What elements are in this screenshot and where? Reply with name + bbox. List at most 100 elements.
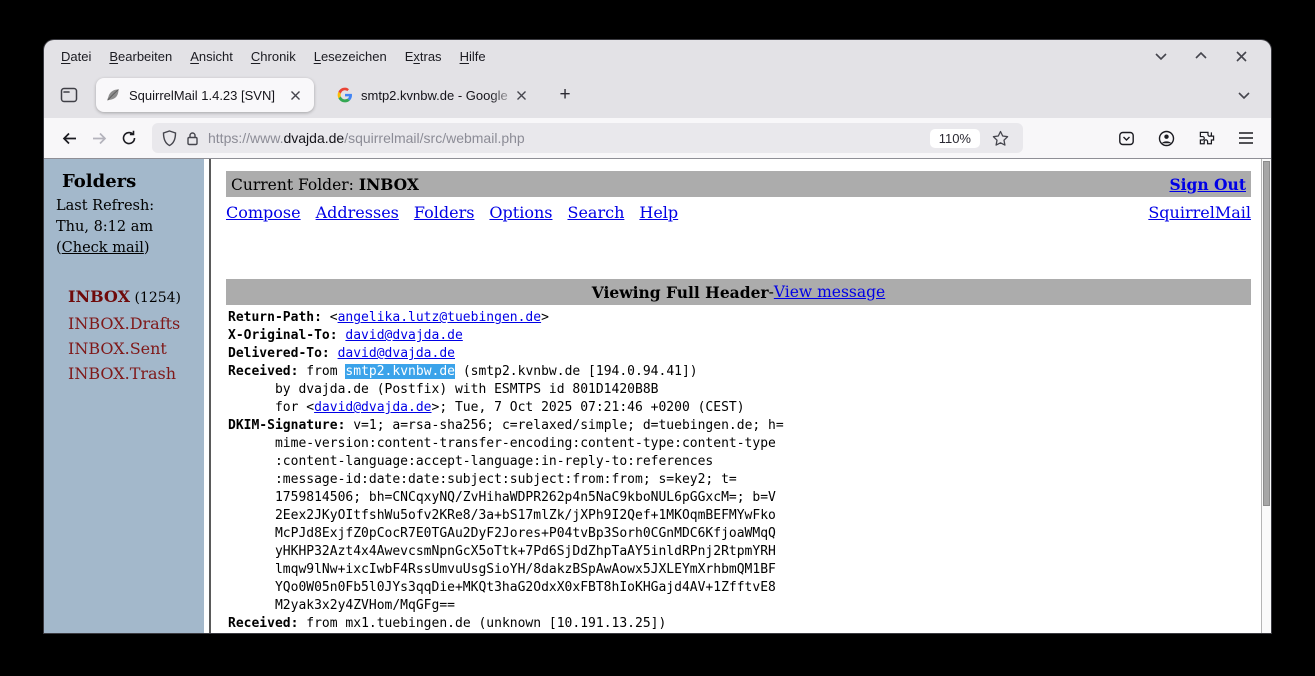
header-text: (smtp2.kvnbw.de [194.0.94.41]) [455, 364, 698, 379]
lock-icon[interactable] [186, 131, 199, 146]
folder-link[interactable]: INBOX.Sent [68, 339, 167, 358]
menu-extras[interactable]: Extras [396, 45, 451, 68]
folder-item: INBOX.Trash [68, 361, 204, 386]
squirrelmail-favicon-icon [105, 87, 121, 103]
find-highlight: smtp2.kvnbw.de [345, 364, 455, 379]
bookmark-star-icon[interactable] [992, 130, 1009, 147]
new-tab-button[interactable]: + [550, 80, 580, 110]
navlink-folders[interactable]: Folders [414, 203, 475, 222]
folder-link[interactable]: INBOX [68, 287, 130, 306]
header-text: by dvajda.de (Postfix) with ESMTPS id 80… [228, 382, 658, 397]
email-link[interactable]: david@dvajda.de [345, 328, 462, 343]
navlink-search[interactable]: Search [567, 203, 624, 222]
url-scheme: https://www. [208, 130, 283, 146]
header-text: X-Original-To: [228, 328, 345, 343]
url-bar[interactable]: https://www.dvajda.de/squirrelmail/src/w… [152, 123, 1023, 153]
header-text: M2yak3x2y4ZVHom/MqGFg== [228, 598, 455, 613]
header-text: Received: [228, 364, 306, 379]
header-text: YQo0W05n0Fb5l0JYs3qqDie+MKQt3haG2OdxX0xF… [228, 580, 776, 595]
forward-icon[interactable] [84, 123, 114, 153]
reload-icon[interactable] [114, 123, 144, 153]
folder-item: INBOX.Drafts [68, 311, 204, 336]
squirrelmail-link[interactable]: SquirrelMail [1148, 203, 1251, 222]
header-text: lmqw9lNw+ixcIwbF4RssUmvuUsgSioYH/8dakzBS… [228, 562, 776, 577]
check-mail-link[interactable]: Check mail [62, 240, 144, 256]
view-message-link[interactable]: View message [774, 283, 885, 301]
shield-icon[interactable] [162, 130, 177, 147]
window-controls [1153, 48, 1271, 64]
folder-item: INBOX (1254) [68, 284, 204, 311]
close-icon[interactable] [1233, 48, 1249, 64]
tab-title: SquirrelMail 1.4.23 [SVN] [129, 88, 285, 103]
header-text: McPJd8ExjfZ0pCocR7E0TGAu2DyF2Jores+P04tv… [228, 526, 776, 541]
menu-hilfe[interactable]: Hilfe [451, 45, 495, 68]
current-folder-bar: Current Folder: INBOX Sign Out [226, 171, 1251, 197]
extensions-puzzle-icon[interactable] [1191, 123, 1221, 153]
last-refresh-label: Last Refresh: [56, 196, 204, 217]
url-text[interactable]: https://www.dvajda.de/squirrelmail/src/w… [208, 130, 525, 146]
header-text: < [330, 310, 338, 325]
header-text: DKIM-Signature: [228, 418, 353, 433]
scrollbar-thumb[interactable] [1263, 161, 1270, 506]
current-folder-value: INBOX [359, 175, 419, 194]
folder-item: INBOX.Sent [68, 336, 204, 361]
zoom-level-indicator[interactable]: 110% [930, 129, 980, 148]
last-refresh-time: Thu, 8:12 am [56, 217, 204, 238]
email-link[interactable]: david@dvajda.de [314, 400, 431, 415]
paren-close: ) [144, 240, 150, 256]
navlink-options[interactable]: Options [489, 203, 552, 222]
url-path: /squirrelmail/src/webmail.php [344, 130, 525, 146]
navlink-addresses[interactable]: Addresses [316, 203, 399, 222]
hamburger-menu-icon[interactable] [1231, 123, 1261, 153]
header-text: 2Eex2JKyOItfshWu5ofv2KRe8/3a+bS17mlZk/jX… [228, 508, 776, 523]
frame-divider [204, 159, 216, 633]
back-icon[interactable] [54, 123, 84, 153]
menu-chronik[interactable]: Chronik [242, 45, 305, 68]
viewing-header-title: Viewing Full Header [592, 283, 769, 302]
header-text: :content-language:accept-language:in-rep… [228, 454, 713, 469]
header-text: >; Tue, 7 Oct 2025 07:21:46 +0200 (CEST) [432, 400, 745, 415]
firefox-view-icon[interactable] [52, 80, 86, 110]
pocket-icon[interactable] [1111, 123, 1141, 153]
header-text: yHKHP32Azt4x4AwevcsmNpnGcX5oTtk+7Pd6SjDd… [228, 544, 776, 559]
tab-title-fade [490, 82, 516, 108]
email-link[interactable]: angelika.lutz@tuebingen.de [338, 310, 542, 325]
menu-ansicht[interactable]: Ansicht [181, 45, 242, 68]
unread-count: (1254) [130, 290, 181, 306]
email-link[interactable]: david@dvajda.de [338, 346, 455, 361]
vertical-scrollbar[interactable] [1261, 159, 1271, 633]
menu-items: DateiBearbeitenAnsichtChronikLesezeichen… [52, 45, 495, 68]
tab-bar: SquirrelMail 1.4.23 [SVN] smtp2.kvnbw.de… [44, 72, 1271, 118]
folder-list: INBOX (1254) INBOX.Drafts INBOX.Sent INBOX.… [68, 284, 204, 386]
browser-window: DateiBearbeitenAnsichtChronikLesezeichen… [44, 40, 1271, 633]
current-folder-label: Current Folder: [231, 176, 359, 194]
minimize-icon[interactable] [1153, 48, 1169, 64]
tab-squirrelmail[interactable]: SquirrelMail 1.4.23 [SVN] [96, 78, 314, 112]
url-domain: dvajda.de [283, 130, 344, 146]
header-text: from [306, 364, 345, 379]
list-all-tabs-icon[interactable] [1231, 82, 1257, 108]
folders-sidebar: Folders Last Refresh: Thu, 8:12 am (Chec… [44, 159, 204, 633]
menu-lesezeichen[interactable]: Lesezeichen [305, 45, 396, 68]
header-text: for < [228, 400, 314, 415]
folder-link[interactable]: INBOX.Trash [68, 364, 176, 383]
full-header-text: Return-Path: <angelika.lutz@tuebingen.de… [228, 309, 1261, 633]
navigation-toolbar: https://www.dvajda.de/squirrelmail/src/w… [44, 118, 1271, 158]
tab-close-icon[interactable] [285, 85, 305, 105]
account-icon[interactable] [1151, 123, 1181, 153]
menu-links-row: Compose Addresses Folders Options Search Help… [226, 203, 1251, 222]
page-content: Folders Last Refresh: Thu, 8:12 am (Chec… [44, 158, 1271, 633]
toolbar-icons [1111, 123, 1261, 153]
google-favicon-icon [337, 87, 353, 103]
folder-link[interactable]: INBOX.Drafts [68, 314, 180, 333]
tab-google-search[interactable]: smtp2.kvnbw.de - Google S [328, 78, 540, 112]
sign-out-link[interactable]: Sign Out [1169, 175, 1246, 194]
menu-bearbeiten[interactable]: Bearbeiten [100, 45, 181, 68]
maximize-icon[interactable] [1193, 48, 1209, 64]
menu-bar: DateiBearbeitenAnsichtChronikLesezeichen… [44, 40, 1271, 72]
navlink-compose[interactable]: Compose [226, 203, 301, 222]
menu-datei[interactable]: Datei [52, 45, 100, 68]
header-text: Delivered-To: [228, 346, 338, 361]
header-text: 1759814506; bh=CNCqxyNQ/ZvHihaWDPR262p4n… [228, 490, 776, 505]
navlink-help[interactable]: Help [639, 203, 678, 222]
